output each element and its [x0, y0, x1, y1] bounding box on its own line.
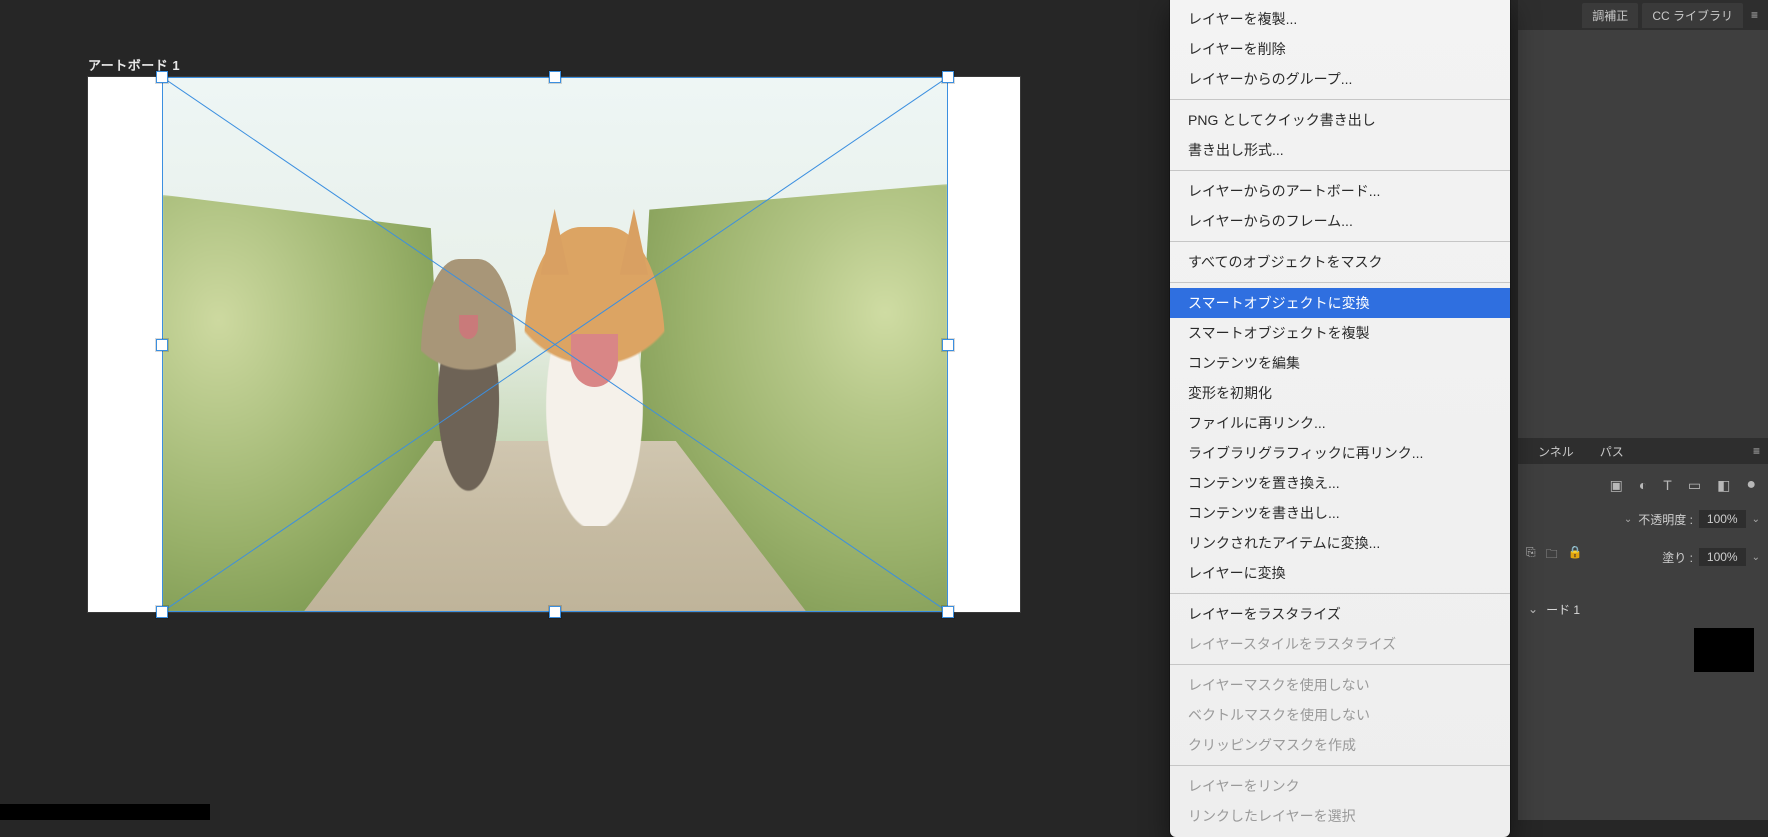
context-menu-item[interactable]: リンクされたアイテムに変換...	[1170, 528, 1510, 558]
chevron-down-icon[interactable]: ⌄	[1528, 602, 1538, 616]
context-menu-item[interactable]: レイヤーからのフレーム...	[1170, 206, 1510, 236]
context-menu-item[interactable]: PNG としてクイック書き出し	[1170, 105, 1510, 135]
context-menu-item[interactable]: コンテンツを編集	[1170, 348, 1510, 378]
tab-adjustments[interactable]: 調補正	[1582, 3, 1638, 28]
context-menu-separator	[1170, 664, 1510, 665]
context-menu-item[interactable]: 変形を初期化	[1170, 378, 1510, 408]
context-menu-item[interactable]: レイヤーからのグループ...	[1170, 64, 1510, 94]
fill-label: 塗り :	[1662, 549, 1693, 566]
artboard-row-label: ード 1	[1546, 601, 1580, 618]
panel-menu-icon[interactable]: ≡	[1753, 444, 1768, 458]
tab-cc-libraries[interactable]: CC ライブラリ	[1642, 3, 1743, 28]
tab-paths[interactable]: パス	[1592, 440, 1632, 463]
status-bar-fragment	[0, 804, 210, 820]
fill-control: 塗り : 100% ⌄	[1662, 548, 1760, 566]
fill-value[interactable]: 100%	[1699, 548, 1746, 566]
panel-menu-icon[interactable]: ≡	[1747, 8, 1762, 22]
context-menu-separator	[1170, 593, 1510, 594]
layers-panel-tabs: ンネル パス ≡	[1518, 438, 1768, 464]
layer-lock-icons: ⎘ 🗀 🔒	[1526, 545, 1583, 566]
lock-icon[interactable]: 🔒	[1568, 545, 1583, 566]
top-panel-tabs: 調補正 CC ライブラリ ≡	[1518, 0, 1768, 30]
context-menu-item[interactable]: コンテンツを置き換え...	[1170, 468, 1510, 498]
context-menu-item: ベクトルマスクを使用しない	[1170, 700, 1510, 730]
opacity-label: 不透明度 :	[1638, 511, 1693, 528]
context-menu-item[interactable]: レイヤーからのアートボード...	[1170, 176, 1510, 206]
context-menu-item: レイヤーマスクを使用しない	[1170, 670, 1510, 700]
chevron-down-icon[interactable]: ⌄	[1752, 514, 1760, 525]
context-menu-item[interactable]: レイヤーを削除	[1170, 34, 1510, 64]
filter-adjust-icon[interactable]: ◐	[1639, 477, 1647, 493]
layer-filter-icons: ▣ ◐ T ▭ ◧ ●	[1518, 470, 1768, 500]
context-menu-item: レイヤーをリンク	[1170, 771, 1510, 801]
chevron-down-icon[interactable]: ⌄	[1624, 514, 1632, 525]
right-panel-stack: 調補正 CC ライブラリ ≡ ンネル パス ≡ ▣ ◐ T ▭ ◧ ● ⌄ 不透…	[1518, 0, 1768, 820]
chevron-down-icon[interactable]: ⌄	[1752, 552, 1760, 563]
filter-type-icon[interactable]: T	[1663, 477, 1672, 493]
filter-image-icon[interactable]: ▣	[1610, 477, 1623, 494]
context-menu-item[interactable]: 書き出し形式...	[1170, 135, 1510, 165]
tab-channels[interactable]: ンネル	[1530, 440, 1582, 463]
context-menu-item[interactable]: レイヤーをラスタライズ	[1170, 599, 1510, 629]
context-menu-separator	[1170, 765, 1510, 766]
context-menu-item: レイヤースタイルをラスタライズ	[1170, 629, 1510, 659]
context-menu-item: クリッピングマスクを作成	[1170, 730, 1510, 760]
context-menu-item[interactable]: すべてのオブジェクトをマスク	[1170, 247, 1510, 277]
layer-thumbnail[interactable]	[1694, 628, 1754, 672]
context-menu-item[interactable]: レイヤーに変換	[1170, 558, 1510, 588]
opacity-value[interactable]: 100%	[1699, 510, 1746, 528]
image-dog-left	[421, 259, 515, 494]
context-menu-separator	[1170, 282, 1510, 283]
context-menu-item[interactable]: ライブラリグラフィックに再リンク...	[1170, 438, 1510, 468]
context-menu-item[interactable]: コンテンツを書き出し...	[1170, 498, 1510, 528]
filter-smart-icon[interactable]: ◧	[1717, 477, 1730, 494]
placed-image[interactable]	[162, 77, 948, 612]
context-menu-item: リンクしたレイヤーを選択	[1170, 801, 1510, 831]
context-menu-separator	[1170, 241, 1510, 242]
context-menu-separator	[1170, 170, 1510, 171]
layer-context-menu[interactable]: レイヤーを複製...レイヤーを削除レイヤーからのグループ... PNG としてクイ…	[1170, 0, 1510, 837]
layers-artboard-row[interactable]: ⌄ ード 1	[1518, 596, 1768, 622]
context-menu-item[interactable]: レイヤーを複製...	[1170, 4, 1510, 34]
filter-shape-icon[interactable]: ▭	[1688, 477, 1701, 494]
opacity-control: ⌄ 不透明度 : 100% ⌄	[1624, 510, 1760, 528]
link-icon[interactable]: ⎘	[1526, 545, 1536, 566]
filter-toggle-icon[interactable]: ●	[1746, 476, 1756, 494]
image-dog-right-tongue	[571, 334, 618, 388]
artboard[interactable]	[88, 77, 1020, 612]
context-menu-item[interactable]: スマートオブジェクトに変換	[1170, 288, 1510, 318]
folder-icon[interactable]: 🗀	[1546, 545, 1558, 566]
context-menu-item[interactable]: ファイルに再リンク...	[1170, 408, 1510, 438]
context-menu-item[interactable]: スマートオブジェクトを複製	[1170, 318, 1510, 348]
artboard-label: アートボード 1	[88, 55, 180, 74]
context-menu-separator	[1170, 99, 1510, 100]
